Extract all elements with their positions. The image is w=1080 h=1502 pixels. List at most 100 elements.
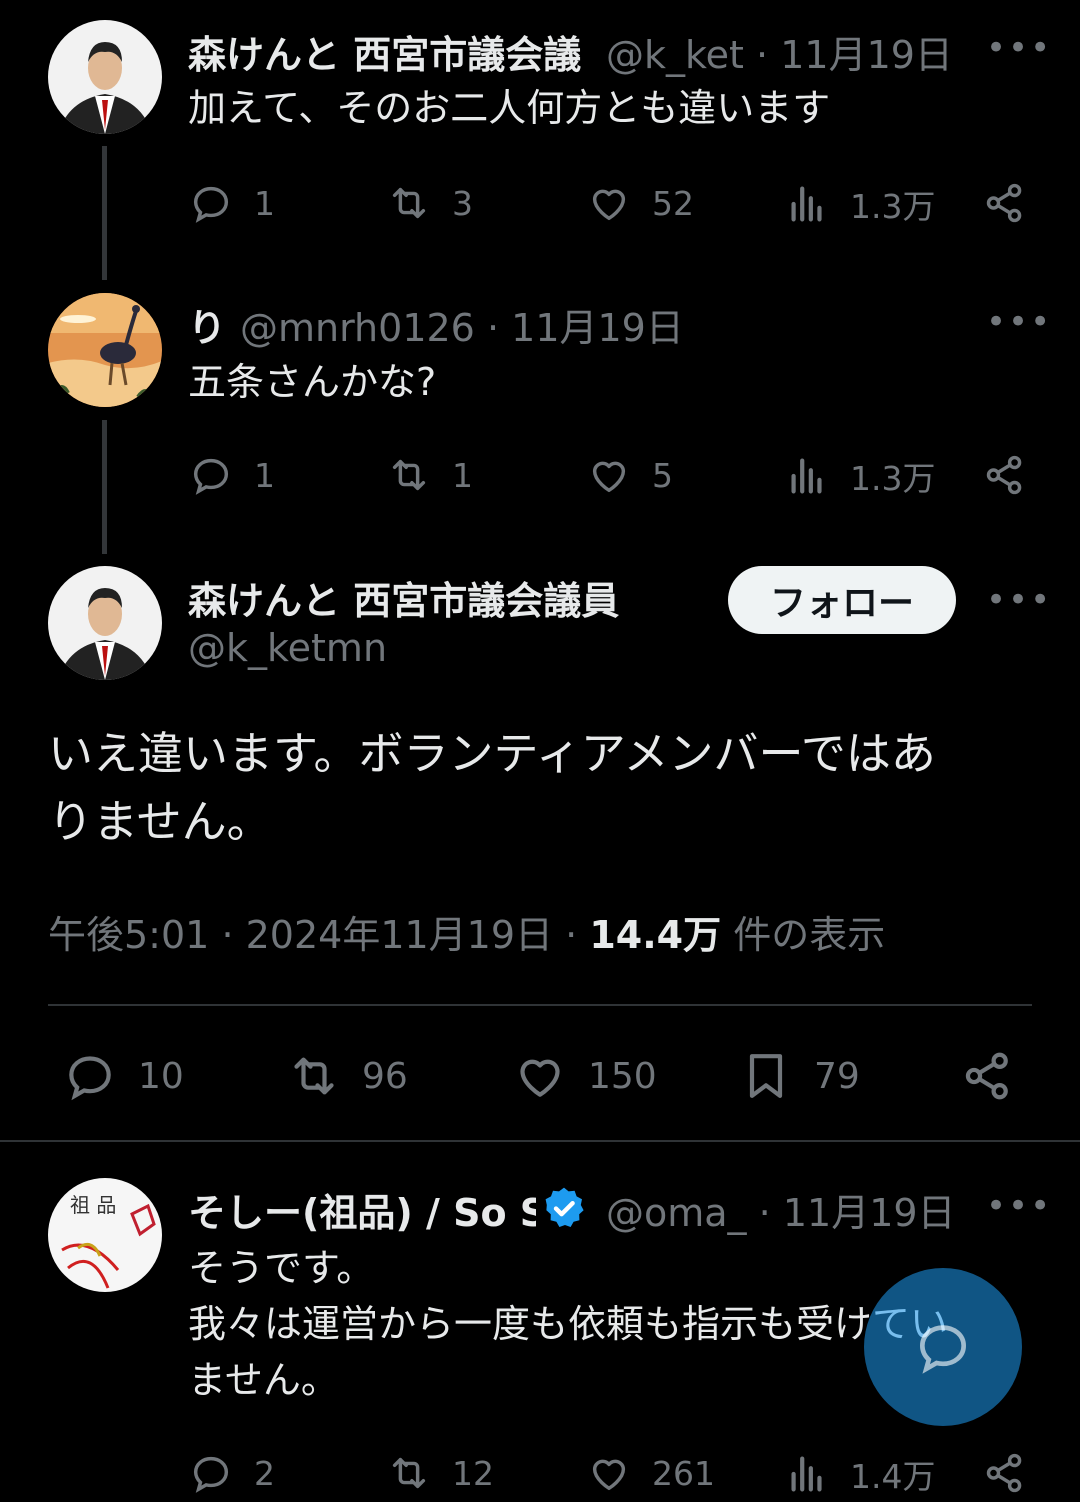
follow-button[interactable]: フォロー xyxy=(728,566,956,634)
more-icon[interactable]: ••• xyxy=(986,302,1052,342)
more-icon[interactable]: ••• xyxy=(986,28,1052,68)
bookmark-icon xyxy=(749,1054,783,1098)
divider xyxy=(0,1140,1080,1142)
focused-text: いえ違います。ボランティアメンバーではあ りません。 xyxy=(48,720,936,856)
share-button[interactable] xyxy=(982,1450,1048,1496)
like-icon xyxy=(592,189,626,221)
compose-reply-button[interactable] xyxy=(864,1268,1022,1426)
avatar-mori[interactable] xyxy=(48,20,162,134)
focused-date[interactable]: 2024年11月19日 xyxy=(246,913,553,957)
reply-author-name[interactable]: そしー(祖品) / So S xyxy=(188,1182,536,1237)
focused-views-count[interactable]: 14.4万 xyxy=(589,913,721,957)
share-button[interactable] xyxy=(960,1048,1036,1104)
retweet-icon xyxy=(392,1457,426,1489)
tweet-date[interactable]: 11月19日 xyxy=(780,33,953,77)
focused-text-line: りません。 xyxy=(48,795,272,848)
reply-text: そうです。 我々は運営から一度も依頼も指示も受けてい ません。 xyxy=(188,1240,948,1408)
retweet-count: 96 xyxy=(362,1055,408,1097)
reply-button[interactable]: 10 xyxy=(62,1048,184,1104)
tweet-author-name[interactable]: 森けんと 西宮市議会議 xyxy=(188,24,581,79)
divider xyxy=(48,1004,1032,1006)
focused-meta: 午後5:01 · 2024年11月19日 · 14.4万 件の表示 xyxy=(48,904,885,959)
retweet-count: 3 xyxy=(452,183,473,223)
like-count: 261 xyxy=(652,1453,715,1493)
retweet-button[interactable]: 3 xyxy=(386,180,473,226)
thread-line xyxy=(102,146,107,280)
avatar-mori-focused[interactable] xyxy=(48,566,162,680)
views-button[interactable]: 1.4万 xyxy=(784,1450,935,1498)
share-icon xyxy=(986,183,1022,223)
tweet-handle[interactable]: @k_ket xyxy=(606,33,744,77)
reply-icon xyxy=(193,458,229,495)
meta-dot: · xyxy=(486,306,500,350)
tweet-meta: @k_ket · 11月19日 xyxy=(606,24,953,79)
focused-text-line: いえ違います。ボランティアメンバーではあ xyxy=(48,727,936,780)
retweet-button[interactable]: 12 xyxy=(386,1450,494,1496)
tweet-date[interactable]: 11月19日 xyxy=(511,306,684,350)
like-count: 5 xyxy=(652,455,673,495)
like-button[interactable]: 261 xyxy=(586,1450,715,1496)
tweet-meta: @mnrh0126 · 11月19日 xyxy=(240,297,684,352)
reply-button[interactable]: 1 xyxy=(188,452,275,498)
views-icon xyxy=(791,186,822,222)
retweet-icon xyxy=(392,459,426,491)
bookmark-count: 79 xyxy=(814,1055,860,1097)
avatar-so[interactable]: 祖 品 xyxy=(48,1178,162,1292)
reply-button[interactable]: 2 xyxy=(188,1450,275,1496)
meta-dot: · xyxy=(756,33,769,77)
meta-dot: · xyxy=(565,913,578,957)
thread-line xyxy=(102,420,107,554)
views-count: 1.3万 xyxy=(850,187,936,226)
bookmark-button[interactable]: 79 xyxy=(738,1048,860,1104)
share-icon xyxy=(965,1052,1008,1100)
views-button[interactable]: 1.3万 xyxy=(784,452,935,500)
retweet-count: 1 xyxy=(452,455,473,495)
reply-count: 2 xyxy=(254,1453,275,1493)
reply-icon xyxy=(193,186,229,223)
reply-count: 1 xyxy=(254,455,275,495)
retweet-button[interactable]: 96 xyxy=(286,1048,408,1104)
tweet-author-name[interactable]: り xyxy=(188,297,226,352)
share-icon xyxy=(986,1453,1022,1493)
like-icon xyxy=(592,461,626,493)
views-icon xyxy=(791,458,822,494)
reply-count: 1 xyxy=(254,183,275,223)
reply-date[interactable]: 11月19日 xyxy=(783,1191,956,1235)
focused-handle[interactable]: @k_ketmn xyxy=(188,626,387,670)
retweet-icon xyxy=(294,1057,334,1095)
like-button[interactable]: 5 xyxy=(586,452,673,498)
more-icon[interactable]: ••• xyxy=(986,1186,1052,1226)
views-button[interactable]: 1.3万 xyxy=(784,180,935,228)
meta-dot: · xyxy=(221,913,234,957)
focused-time[interactable]: 午後5:01 xyxy=(48,913,209,957)
like-icon xyxy=(520,1059,560,1097)
retweet-button[interactable]: 1 xyxy=(386,452,473,498)
like-icon xyxy=(592,1459,626,1491)
focused-views-label: 件の表示 xyxy=(733,913,886,957)
share-button[interactable] xyxy=(982,452,1048,498)
compose-icon xyxy=(920,1325,966,1374)
focused-author-name[interactable]: 森けんと 西宮市議会議員 xyxy=(188,570,619,625)
reply-text-line: 我々は運営から一度も依頼も指示も受けてい xyxy=(188,1302,949,1346)
tweet-text: 加えて、そのお二人何方とも違います xyxy=(188,86,831,130)
reply-handle[interactable]: @oma_ xyxy=(606,1191,747,1235)
views-icon xyxy=(791,1456,822,1492)
like-button[interactable]: 52 xyxy=(586,180,694,226)
retweet-count: 12 xyxy=(452,1453,494,1493)
like-count: 52 xyxy=(652,183,694,223)
verified-badge-icon xyxy=(540,1184,588,1232)
tweet-handle[interactable]: @mnrh0126 xyxy=(240,306,475,350)
avatar-ri[interactable] xyxy=(48,293,162,407)
reply-count: 10 xyxy=(138,1055,184,1097)
like-button[interactable]: 150 xyxy=(512,1048,657,1104)
avatar-so-text: 祖 品 xyxy=(70,1193,116,1217)
reply-icon xyxy=(193,1456,229,1493)
more-icon[interactable]: ••• xyxy=(986,580,1052,620)
reply-meta: @oma_ · 11月19日 xyxy=(606,1182,956,1237)
retweet-icon xyxy=(392,187,426,219)
reply-text-line: そうです。 xyxy=(188,1246,375,1290)
reply-text-line: ません。 xyxy=(188,1358,339,1402)
share-button[interactable] xyxy=(982,180,1048,226)
reply-button[interactable]: 1 xyxy=(188,180,275,226)
like-count: 150 xyxy=(588,1055,657,1097)
